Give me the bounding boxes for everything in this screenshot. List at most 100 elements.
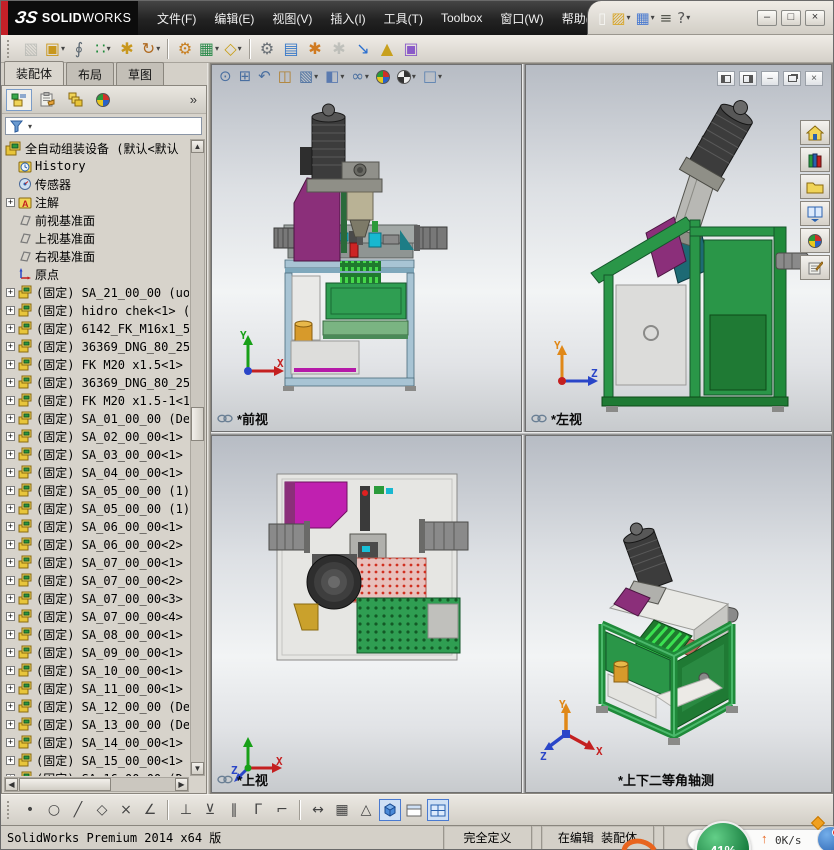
dropdown-arrow-icon[interactable]: ▾ <box>438 72 442 81</box>
expand-toggle-icon[interactable]: + <box>6 287 15 297</box>
insert-components-icon[interactable]: ▣ ▾ <box>43 37 67 61</box>
menu-item-2[interactable]: 视图(V) <box>263 6 321 31</box>
dropdown-arrow-icon[interactable]: ▾ <box>156 44 160 53</box>
tree-item-sa-07-00-00-1[interactable]: + (固定) SA_07_00_00<1> ( <box>4 553 189 571</box>
tree-item-top-plane[interactable]: 上视基准面 <box>4 229 189 247</box>
tree-item-sa-21-00-00[interactable]: + (固定) SA_21_00_00 (uon <box>4 283 189 301</box>
smart-fasteners-icon[interactable]: ✱ <box>115 37 139 61</box>
expand-toggle-icon[interactable]: + <box>6 629 15 639</box>
mate-icon[interactable]: ∮ <box>67 37 91 61</box>
smart-dimension-icon[interactable]: ↔ <box>307 799 329 821</box>
menu-item-4[interactable]: 工具(T) <box>375 6 432 31</box>
tree-item-sa-07-00-00-4[interactable]: + (固定) SA_07_00_00<4> ( <box>4 607 189 625</box>
open-icon[interactable]: ▨ ▾ <box>609 7 632 29</box>
toolbar-grip[interactable] <box>7 39 13 58</box>
help-icon[interactable]: ? ▾ <box>675 7 692 29</box>
tree-item-hidro-chek[interactable]: + (固定) hidro chek<1> (默 <box>4 301 189 319</box>
expand-toggle-icon[interactable]: + <box>6 683 15 693</box>
tree-item-sensors[interactable]: 传感器 <box>4 175 189 193</box>
menu-item-6[interactable]: 窗口(W) <box>491 6 552 31</box>
tree-item-front-plane[interactable]: 前视基准面 <box>4 211 189 229</box>
dropdown-arrow-icon[interactable]: ▾ <box>626 13 630 22</box>
dropdown-arrow-icon[interactable]: ▾ <box>340 72 344 81</box>
zoom-to-area-icon[interactable]: ⊞ <box>236 67 255 86</box>
dropdown-arrow-icon[interactable]: ▾ <box>651 13 655 22</box>
menu-item-1[interactable]: 编辑(E) <box>205 6 263 31</box>
save-icon[interactable]: ▦ ▾ <box>633 7 656 29</box>
reference-geometry-icon[interactable]: ◇ ▾ <box>221 37 245 61</box>
linear-component-pattern-icon[interactable]: ∷ ▾ <box>91 37 115 61</box>
expand-toggle-icon[interactable]: + <box>6 395 15 405</box>
tree-item-right-plane[interactable]: 右视基准面 <box>4 247 189 265</box>
four-view-icon[interactable] <box>427 799 449 821</box>
view-palette-tab[interactable] <box>800 201 830 226</box>
expand-toggle-icon[interactable]: + <box>6 485 15 495</box>
expand-toggle-icon[interactable]: + <box>6 323 15 333</box>
expand-toggle-icon[interactable]: + <box>6 737 15 747</box>
solidworks-resources-tab[interactable] <box>800 120 830 145</box>
tree-item-fk-m20-x1-5-1[interactable]: + (固定) FK M20 x1.5-1<1> <box>4 391 189 409</box>
move-component-icon[interactable]: ↻ ▾ <box>139 37 163 61</box>
edit-component-icon[interactable]: ▧ <box>19 37 43 61</box>
apply-scene-icon[interactable]: ▾ <box>394 68 419 86</box>
hide-show-items-icon[interactable]: ∞ ▾ <box>348 67 372 86</box>
tree-filter-input[interactable]: ▾ <box>5 117 202 135</box>
custom-properties-tab[interactable] <box>800 255 830 280</box>
window-minimize-button[interactable]: – <box>757 9 777 26</box>
tree-item-36369-dng-80-25[interactable]: + (固定) 36369_DNG_80_25_ <box>4 337 189 355</box>
expand-toggle-icon[interactable]: + <box>6 413 15 423</box>
toolbar-grip[interactable] <box>7 801 13 819</box>
document-minimize-button[interactable]: – <box>761 71 779 86</box>
tree-item-36369-dng-80-25-2[interactable]: + (固定) 36369_DNG_80_25_ <box>4 373 189 391</box>
expand-toggle-icon[interactable]: + <box>6 701 15 711</box>
view-settings-icon[interactable]: □ ▾ <box>420 67 445 86</box>
vertical-scroll-thumb[interactable] <box>191 406 204 441</box>
tree-item-sa-08-00-00[interactable]: + (固定) SA_08_00_00<1> ( <box>4 625 189 643</box>
parallel-relation-icon[interactable]: ∥ <box>223 799 245 821</box>
expand-toggle-icon[interactable]: + <box>6 719 15 729</box>
menu-item-5[interactable]: Toolbox <box>432 7 491 29</box>
explode-line-sketch-icon[interactable]: ✱ <box>327 37 351 61</box>
expand-toggle-icon[interactable]: + <box>6 341 15 351</box>
scroll-left-icon[interactable]: ◀ <box>5 778 18 791</box>
zoom-to-fit-icon[interactable]: ⊙ <box>216 67 235 86</box>
tree-root-assembly[interactable]: 全自动组装设备 (默认<默认 <box>4 139 189 157</box>
expand-toggle-icon[interactable]: + <box>6 593 15 603</box>
scroll-right-icon[interactable]: ▶ <box>175 778 188 791</box>
expand-toggle-icon[interactable]: + <box>6 305 15 315</box>
instant3d-icon[interactable]: ↘ <box>351 37 375 61</box>
appearances-scenes-tab[interactable] <box>800 228 830 253</box>
tree-item-sa-06-00-00-2[interactable]: + (固定) SA_06_00_00<2> ( <box>4 535 189 553</box>
document-close-button[interactable]: × <box>805 71 823 86</box>
expand-toggle-icon[interactable]: + <box>6 431 15 441</box>
shaded-with-edges-icon[interactable] <box>379 799 401 821</box>
propertymanager-tab[interactable] <box>34 89 60 111</box>
configurationmanager-tab[interactable] <box>62 89 88 111</box>
viewport-front[interactable]: Y X *前视 <box>211 64 522 432</box>
menu-item-0[interactable]: 文件(F) <box>148 6 205 31</box>
filter-dropdown-arrow-icon[interactable]: ▾ <box>28 122 32 131</box>
tree-item-sa-07-00-00-2[interactable]: + (固定) SA_07_00_00<2> ( <box>4 571 189 589</box>
show-hidden-components-icon[interactable]: ▦ ▾ <box>197 37 221 61</box>
dropdown-arrow-icon[interactable]: ▾ <box>61 44 65 53</box>
grid-snap-icon[interactable]: ▦ <box>331 799 353 821</box>
command-tab-0[interactable]: 装配体 <box>4 61 65 85</box>
expand-toggle-icon[interactable]: + <box>6 557 15 567</box>
tree-item-sa-15-00-00[interactable]: + (固定) SA_15_00_00<1> ( <box>4 751 189 769</box>
bill-of-materials-icon[interactable]: ▤ <box>279 37 303 61</box>
featuremanager-tab[interactable] <box>6 88 32 111</box>
tree-horizontal-scrollbar[interactable]: ◀ ▶ <box>4 777 189 792</box>
sketch-circle-icon[interactable]: ○ <box>43 799 65 821</box>
dropdown-arrow-icon[interactable]: ▾ <box>314 72 318 81</box>
monitor-ball[interactable]: 41% <box>695 821 751 850</box>
dropdown-arrow-icon[interactable]: ▾ <box>686 13 690 22</box>
pane-left-button[interactable] <box>717 71 735 86</box>
expand-toggle-icon[interactable]: + <box>6 449 15 459</box>
edit-appearance-icon[interactable] <box>373 68 393 86</box>
displaymanager-tab[interactable] <box>90 89 116 111</box>
dropdown-arrow-icon[interactable]: ▾ <box>238 44 242 53</box>
add-relation-icon[interactable]: ⊥ <box>175 799 197 821</box>
window-maximize-button[interactable]: □ <box>781 9 801 26</box>
tree-item-history[interactable]: History <box>4 157 189 175</box>
expand-toggle-icon[interactable]: + <box>6 755 15 765</box>
